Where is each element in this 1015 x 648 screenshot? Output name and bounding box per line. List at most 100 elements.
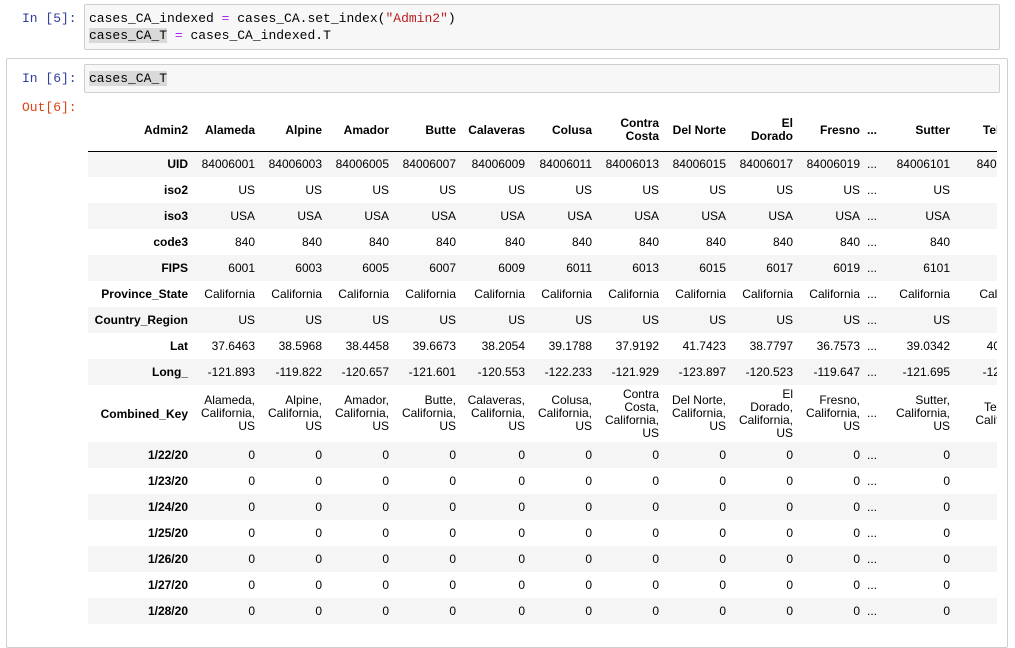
- table-cell: USA: [634, 209, 659, 223]
- table-cell: 0: [652, 552, 659, 566]
- table-cell: 840: [638, 235, 659, 249]
- ellipsis-cell: ...: [867, 604, 878, 618]
- table-cell: [954, 468, 997, 494]
- table-cell: 40.1: [986, 339, 997, 353]
- table-cell: 0: [248, 578, 255, 592]
- table-cell: 0: [382, 604, 389, 618]
- table-cell: US: [642, 183, 659, 197]
- table-row: code3 840 840 840 840 840 840 840 840 840 840... 84…: [88, 229, 997, 255]
- table-row: UID 84006001 84006003 84006005 84006007 84006…: [88, 151, 997, 177]
- table-cell: US: [709, 183, 726, 197]
- table-cell: 0: [248, 500, 255, 514]
- column-header: Alpine: [259, 110, 326, 152]
- table-cell: 0: [853, 552, 860, 566]
- table-cell: 84006007: [402, 157, 456, 172]
- row-label: 1/28/20: [147, 604, 188, 618]
- table-cell: El Dorado, California, US: [738, 386, 793, 440]
- table-cell: 6003: [295, 261, 322, 275]
- column-header: Sutter: [886, 110, 954, 152]
- table-cell: 0: [943, 578, 950, 592]
- table-cell: Colusa, California, US: [537, 393, 592, 433]
- table-cell: California: [608, 287, 659, 301]
- table-cell: [954, 598, 997, 624]
- column-header: Fresno: [797, 110, 864, 152]
- table-cell: 0: [786, 500, 793, 514]
- table-cell: USA: [835, 209, 860, 223]
- table-cell: California: [742, 287, 793, 301]
- row-label: iso2: [163, 183, 188, 197]
- table-cell: 840: [772, 235, 793, 249]
- table-cell: California: [271, 287, 322, 301]
- table-cell: 0: [518, 500, 525, 514]
- table-cell: 0: [943, 552, 950, 566]
- table-cell: USA: [431, 209, 456, 223]
- table-cell: [954, 442, 997, 468]
- table-cell: 0: [382, 500, 389, 514]
- ellipsis-cell: ...: [867, 339, 878, 353]
- table-cell: US: [238, 313, 255, 327]
- table-cell: 84006005: [335, 157, 389, 172]
- column-header: Butte: [393, 110, 460, 152]
- table-cell: 0: [719, 474, 726, 488]
- column-header: Calaveras: [460, 110, 529, 152]
- row-label: Lat: [170, 339, 188, 353]
- table-cell: US: [575, 183, 592, 197]
- table-cell: 84006013: [605, 157, 659, 172]
- column-header: Amador: [326, 110, 393, 152]
- table-cell: 0: [943, 500, 950, 514]
- table-cell: 0: [449, 604, 456, 618]
- table-cell: 0: [786, 474, 793, 488]
- table-cell: US: [843, 183, 860, 197]
- code-line[interactable]: cases_CA_T: [89, 70, 995, 87]
- table-cell: 0: [518, 448, 525, 462]
- code-cell-5[interactable]: cases_CA_indexed = cases_CA.set_index("A…: [84, 4, 1000, 50]
- table-cell: 0: [518, 552, 525, 566]
- row-label: 1/27/20: [147, 578, 188, 592]
- table-cell: US: [933, 183, 950, 197]
- code-line[interactable]: cases_CA_T = cases_CA_indexed.T: [89, 27, 995, 44]
- table-cell: 84006011: [539, 157, 593, 172]
- table-cell: [954, 520, 997, 546]
- table-cell: 0: [248, 474, 255, 488]
- code-token: cases_CA_T: [89, 71, 168, 86]
- table-cell: 0: [518, 578, 525, 592]
- table-cell: 0: [585, 552, 592, 566]
- table-cell: USA: [925, 209, 950, 223]
- ellipsis-cell: ...: [867, 365, 878, 379]
- table-cell: 39.0342: [906, 339, 950, 353]
- index-name: Admin2: [88, 110, 192, 152]
- column-header: Del Norte: [663, 110, 730, 152]
- table-cell: Califo: [979, 287, 997, 301]
- row-label: 1/23/20: [147, 474, 188, 488]
- table-cell: 0: [382, 474, 389, 488]
- table-cell: California: [541, 287, 592, 301]
- table-cell: -120.657: [341, 365, 389, 379]
- table-cell: 0: [853, 474, 860, 488]
- table-cell: 0: [382, 526, 389, 540]
- code-cell-6[interactable]: cases_CA_T: [84, 64, 1000, 93]
- table-cell: Sutter, California, US: [895, 393, 950, 433]
- table-cell: 840: [571, 235, 592, 249]
- table-cell: -119.647: [813, 365, 860, 379]
- code-token: cases_CA_T: [89, 28, 168, 43]
- table-cell: [954, 177, 997, 203]
- table-cell: California: [405, 287, 456, 301]
- table-cell: Del Norte, California, US: [671, 393, 726, 433]
- table-cell: US: [642, 313, 659, 327]
- table-cell: 0: [585, 578, 592, 592]
- table-cell: 0: [585, 448, 592, 462]
- table-cell: 0: [853, 604, 860, 618]
- table-cell: 0: [449, 552, 456, 566]
- code-line[interactable]: cases_CA_indexed = cases_CA.set_index("A…: [89, 10, 995, 27]
- table-cell: 37.9192: [615, 339, 659, 353]
- table-cell: 0: [449, 500, 456, 514]
- table-cell: 38.4458: [345, 339, 389, 353]
- table-cell: US: [372, 313, 389, 327]
- table-cell: 840: [234, 235, 255, 249]
- row-label: Combined_Key: [100, 406, 188, 421]
- input-prompt-5: In [5]:: [22, 11, 77, 26]
- row-label: 1/25/20: [147, 526, 188, 540]
- table-cell: USA: [297, 209, 322, 223]
- table-cell: 36.7573: [816, 339, 860, 353]
- row-label: code3: [153, 235, 188, 249]
